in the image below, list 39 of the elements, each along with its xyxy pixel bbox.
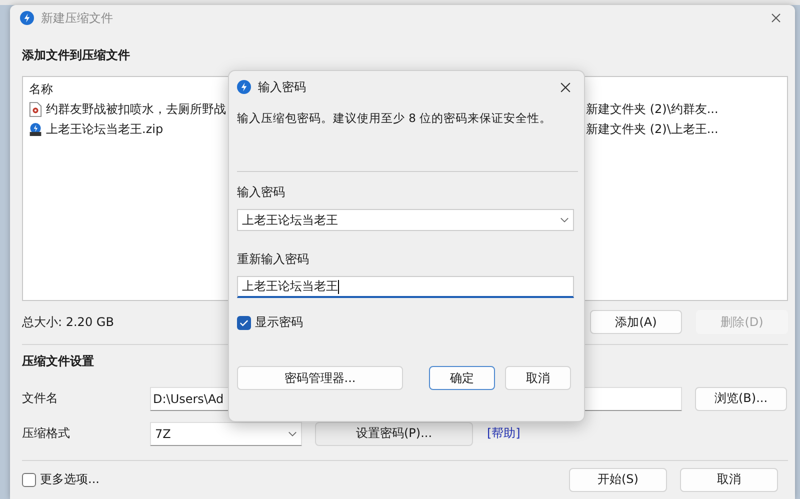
section-heading: 添加文件到压缩文件 [22,47,131,64]
close-icon[interactable] [771,13,781,23]
field-label: 输入密码 [237,184,286,201]
cancel-button[interactable]: 取消 [680,468,778,492]
app-logo-icon [20,11,34,25]
field-label: 压缩格式 [22,425,71,442]
close-icon[interactable] [560,82,571,92]
cancel-button[interactable]: 取消 [505,366,571,390]
file-path[interactable]: 新建文件夹 (2)\上老王... [586,120,718,138]
checkbox[interactable] [237,316,251,330]
window-title: 新建压缩文件 [41,10,113,26]
app-logo-icon [237,80,251,94]
video-file-icon [29,102,42,116]
add-button[interactable]: 添加(A) [590,310,682,334]
checkbox[interactable] [22,472,36,486]
ok-button[interactable]: 确定 [429,366,495,390]
file-name[interactable]: 约群友野战被扣喷水，去厕所野战 [46,100,226,118]
password-combobox[interactable]: 上老王论坛当老王 [237,209,574,231]
field-label: 文件名 [22,390,59,407]
checkbox-label[interactable]: 更多选项... [40,471,100,488]
confirm-password-field[interactable]: 上老王论坛当老王 [237,276,574,298]
file-name[interactable]: 上老王论坛当老王.zip [46,120,164,138]
help-link[interactable]: [帮助] [487,425,520,442]
password-manager-button[interactable]: 密码管理器... [237,366,403,390]
column-header[interactable]: 名称 [29,82,53,96]
dialog-description: 输入压缩包密码。建议使用至少 8 位的密码来保证安全性。 [237,111,553,127]
format-dropdown[interactable]: 7Z [150,422,302,446]
total-size: 总大小: 2.20 GB [22,314,114,330]
section-heading: 压缩文件设置 [22,353,95,370]
file-path[interactable]: 新建文件夹 (2)\约群友... [586,100,718,118]
browse-button[interactable]: 浏览(B)... [695,386,787,410]
checkbox-label[interactable]: 显示密码 [255,314,303,331]
field-label: 重新输入密码 [237,251,310,268]
dialog-title: 输入密码 [258,78,306,96]
zip-file-icon [29,122,42,136]
chevron-down-icon [560,217,569,223]
start-button[interactable]: 开始(S) [569,468,667,492]
chevron-down-icon [288,430,297,436]
set-password-button[interactable]: 设置密码(P)... [315,422,473,446]
